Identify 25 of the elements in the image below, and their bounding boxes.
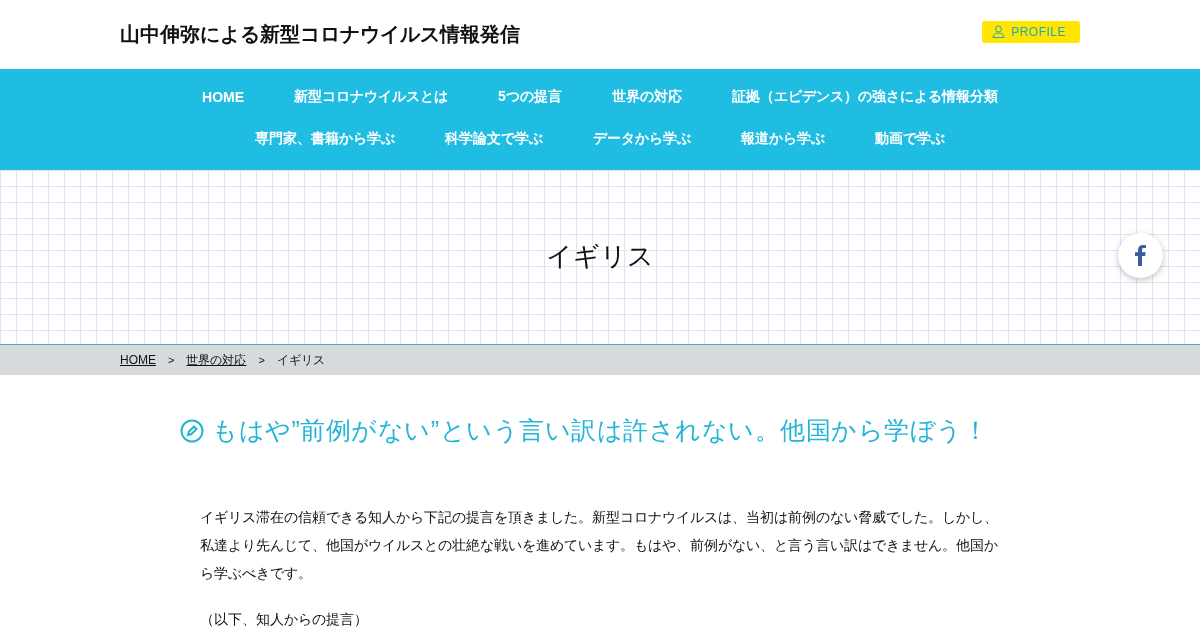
breadcrumb-link[interactable]: 世界の対応 [186, 351, 247, 369]
person-icon [992, 25, 1006, 38]
pencil-icon [180, 418, 204, 443]
nav-link[interactable]: 科学論文で学ぶ [445, 118, 543, 160]
nav-link[interactable]: HOME [202, 76, 245, 118]
paragraph: （以下、知人からの提言） [200, 610, 369, 629]
nav-link[interactable]: データから学ぶ [593, 118, 691, 160]
profile-button[interactable]: PROFILE [982, 20, 1080, 43]
heading-text: もはや”前例がない”という言い訳は許されない。他国から学ぼう！ [212, 415, 989, 446]
nav-link[interactable]: 報道から学ぶ [741, 118, 825, 160]
facebook-icon [1135, 245, 1146, 266]
breadcrumb-separator: > [168, 354, 175, 366]
page-title: イギリス [546, 240, 654, 273]
nav-link[interactable]: 動画で学ぶ [875, 118, 945, 160]
nav-link[interactable]: 専門家、書籍から学ぶ [255, 118, 395, 160]
breadcrumb-link[interactable]: HOME [120, 353, 156, 367]
breadcrumb-current: イギリス [276, 351, 325, 369]
nav-link[interactable]: 新型コロナウイルスとは [294, 76, 449, 118]
nav-link[interactable]: 証拠（エビデンス）の強さによる情報分類 [731, 76, 998, 118]
nav-link[interactable]: 世界の対応 [611, 76, 682, 118]
site-title[interactable]: 山中伸弥による新型コロナウイルス情報発信 [120, 21, 520, 48]
paragraph: イギリス滞在の信頼できる知人から下記の提言を頂きました。新型コロナウイルスは、当初は前例のない脅威でした。しかし、私達より先んじて、他国がウイルスとの壮絶な戦いを進めています。もはや、前例がない、と言う言い訳はできません。他国から学ぶべきです。 [200, 508, 999, 583]
facebook-button[interactable] [1118, 233, 1163, 278]
nav-link[interactable]: 5つの提言 [498, 76, 562, 118]
breadcrumb-separator: > [258, 354, 265, 366]
